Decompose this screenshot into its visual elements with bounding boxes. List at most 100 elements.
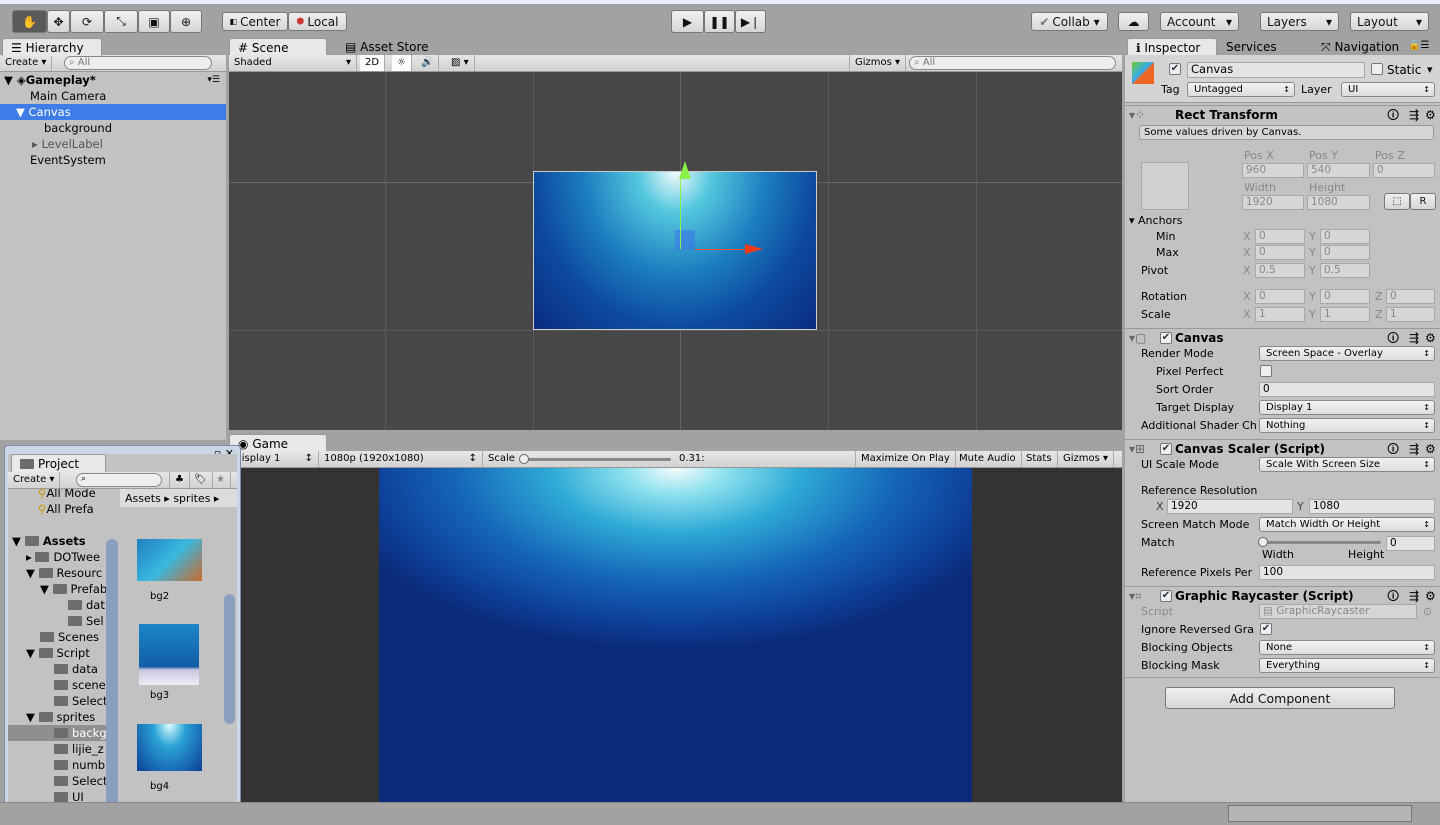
preset-icon[interactable]: ⇶ (1409, 587, 1419, 605)
static-dropdown-icon[interactable]: ▾ (1427, 63, 1433, 76)
rotation-y-field[interactable]: 0 (1320, 289, 1370, 304)
ignore-reversed-checkbox[interactable]: ✔ (1260, 623, 1272, 635)
effects-dropdown[interactable]: ▨ ▾ (446, 55, 475, 71)
project-search-input[interactable]: ⌕ (76, 473, 162, 487)
tree-item[interactable]: ▼ Prefab (8, 581, 118, 597)
hierarchy-item[interactable]: Main Camera (0, 88, 226, 104)
additional-shader-dropdown[interactable]: Nothing (1259, 418, 1435, 433)
object-name-input[interactable]: Canvas (1187, 62, 1365, 78)
hierarchy-search-input[interactable]: ⌕ All (64, 56, 212, 70)
maximize-on-play-toggle[interactable]: Maximize On Play (855, 451, 956, 467)
layers-dropdown[interactable]: Layers ▾ (1260, 12, 1339, 31)
sort-order-field[interactable]: 0 (1259, 382, 1435, 397)
display-dropdown[interactable]: Display 1 ↕ (229, 451, 319, 467)
object-picker-icon[interactable]: ⊙ (1423, 605, 1432, 618)
tree-item-selected[interactable]: backg (8, 725, 118, 741)
anchor-min-x-field[interactable]: 0 (1255, 229, 1305, 244)
tab-scene[interactable]: # Scene (229, 38, 327, 56)
ui-scale-mode-dropdown[interactable]: Scale With Screen Size (1259, 457, 1435, 472)
hierarchy-item[interactable]: background (0, 120, 226, 136)
raycaster-enabled-checkbox[interactable]: ✔ (1160, 590, 1172, 602)
scale-slider[interactable]: Scale 0.31: (483, 451, 853, 467)
tree-item[interactable]: lijie_z (8, 741, 118, 757)
canvas-scaler-header[interactable]: ▾⊞ ✔ Canvas Scaler (Script) 🛈 ⇶ ⚙ (1125, 439, 1440, 457)
pivot-x-field[interactable]: 0.5 (1255, 263, 1305, 278)
anchor-max-y-field[interactable]: 0 (1320, 245, 1370, 260)
help-icon[interactable]: 🛈 (1387, 587, 1399, 605)
gear-icon[interactable]: ⚙ (1425, 587, 1436, 605)
asset-thumbnail-bg4[interactable] (137, 724, 202, 771)
scene-root-row[interactable]: ▼ ◈Gameplay* ▾☰ (0, 72, 226, 88)
canvas-component-header[interactable]: ▾▢ ✔ Canvas 🛈 ⇶ ⚙ (1125, 328, 1440, 346)
layer-dropdown[interactable]: UI (1341, 82, 1435, 97)
match-field[interactable]: 0 (1386, 536, 1435, 551)
cloud-button[interactable]: ☁ (1118, 12, 1149, 31)
gizmos-dropdown[interactable]: Gizmos ▾ (1058, 451, 1115, 467)
static-checkbox[interactable] (1371, 63, 1383, 75)
help-icon[interactable]: 🛈 (1387, 329, 1399, 347)
gear-icon[interactable]: ⚙ (1425, 329, 1436, 347)
match-slider[interactable] (1263, 541, 1381, 544)
tree-item[interactable]: scene (8, 677, 118, 693)
game-view[interactable]: Display 1 ↕ 1080p (1920x1080) ↕ Scale 0.31… (229, 451, 1122, 802)
script-field[interactable]: ▤ GraphicRaycaster (1259, 604, 1417, 619)
rect-transform-header[interactable]: ▾⁘ Rect Transform 🛈 ⇶ ⚙ (1125, 105, 1440, 123)
pixel-perfect-checkbox[interactable] (1260, 365, 1272, 377)
collab-dropdown[interactable]: ✔ Collab ▾ (1031, 12, 1108, 31)
scene-search-input[interactable]: ⌕ All (909, 56, 1116, 70)
tree-item[interactable]: ▸ DOTwee (8, 549, 118, 565)
tab-navigation[interactable]: ⤧ Navigation (1313, 38, 1407, 56)
rotation-x-field[interactable]: 0 (1255, 289, 1305, 304)
rect-tool-button[interactable]: ▣ (138, 10, 170, 33)
thumbnail-scrollbar[interactable] (224, 594, 235, 724)
scale-z-field[interactable]: 1 (1386, 307, 1435, 322)
match-slider-thumb[interactable] (1258, 537, 1268, 547)
move-gizmo-center[interactable] (675, 230, 695, 250)
account-dropdown[interactable]: Account ▾ (1160, 12, 1239, 31)
tree-item[interactable]: data (8, 661, 118, 677)
asset-thumbnail-bg3[interactable] (139, 624, 199, 685)
reference-resolution-x-field[interactable]: 1920 (1167, 499, 1293, 514)
tree-item[interactable]: ▼ Resourc (8, 565, 118, 581)
menu-icon[interactable]: ▾☰ (207, 72, 220, 88)
raw-edit-button[interactable]: R (1410, 193, 1436, 210)
preset-icon[interactable]: ⇶ (1409, 440, 1419, 458)
gizmos-dropdown[interactable]: Gizmos ▾ (849, 55, 907, 71)
blocking-objects-dropdown[interactable]: None (1259, 640, 1435, 655)
hierarchy-create-button[interactable]: Create ▾ (0, 55, 53, 71)
height-field[interactable]: 1080 (1307, 195, 1370, 210)
tab-game[interactable]: ◉ Game (229, 434, 327, 452)
tree-item[interactable]: ▼ sprites (8, 709, 118, 725)
reference-pixels-field[interactable]: 100 (1259, 565, 1435, 580)
tab-hierarchy[interactable]: ☰ Hierarchy (2, 38, 102, 56)
add-component-button[interactable]: Add Component (1165, 687, 1395, 709)
scale-x-field[interactable]: 1 (1255, 307, 1305, 322)
favorite-item[interactable]: ⚲All Mode (8, 489, 118, 501)
preset-icon[interactable]: ⇶ (1409, 329, 1419, 347)
blueprint-mode-button[interactable]: ⬚ (1384, 193, 1410, 210)
tab-project[interactable]: Project (11, 454, 106, 472)
hand-tool-button[interactable]: ✋ (12, 10, 47, 33)
hierarchy-item[interactable]: ▸ LevelLabel (0, 136, 226, 152)
pos-x-field[interactable]: 960 (1242, 163, 1304, 178)
tree-item-assets[interactable]: ▼ Assets (8, 533, 118, 549)
pos-z-field[interactable]: 0 (1373, 163, 1435, 178)
project-create-button[interactable]: Create ▾ (8, 472, 61, 488)
help-icon[interactable]: 🛈 (1387, 106, 1399, 124)
scene-view[interactable]: Shaded ▾ 2D ☼ 🔊 ▨ ▾ Gizmos ▾ ⌕ All (229, 55, 1122, 430)
lighting-toggle[interactable]: ☼ (392, 55, 412, 71)
filter-type-icon[interactable]: ♣ (169, 472, 190, 488)
audio-toggle[interactable]: 🔊 (416, 55, 440, 71)
tree-item[interactable]: numb (8, 757, 118, 773)
layout-dropdown[interactable]: Layout ▾ (1350, 12, 1429, 31)
gear-icon[interactable]: ⚙ (1425, 440, 1436, 458)
canvas-enabled-checkbox[interactable]: ✔ (1160, 332, 1172, 344)
target-display-dropdown[interactable]: Display 1 (1259, 400, 1435, 415)
play-button[interactable]: ▶ (671, 10, 704, 33)
pos-y-field[interactable]: 540 (1307, 163, 1370, 178)
graphic-raycaster-header[interactable]: ▾⌗ ✔ Graphic Raycaster (Script) 🛈 ⇶ ⚙ (1125, 586, 1440, 604)
y-axis-arrow-icon[interactable] (679, 161, 691, 179)
preset-icon[interactable]: ⇶ (1409, 106, 1419, 124)
tree-item[interactable]: ▼ Script (8, 645, 118, 661)
tree-item[interactable]: Select (8, 693, 118, 709)
